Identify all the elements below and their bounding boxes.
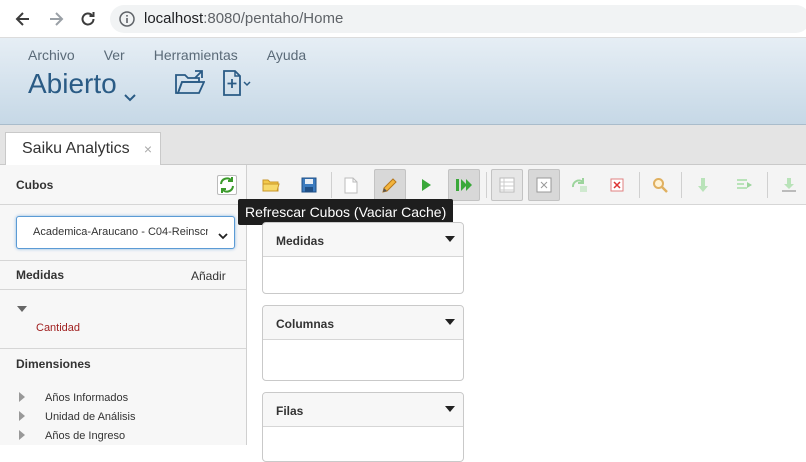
expand-triangle-icon[interactable] [19, 430, 25, 440]
tab-label: Saiku Analytics [22, 140, 130, 157]
zone-header: Medidas [263, 223, 463, 257]
perspective-switcher[interactable]: Abierto [28, 68, 137, 102]
toggle-sidebar-icon[interactable] [528, 169, 560, 201]
address-bar[interactable]: localhost:8080/pentaho/Home [110, 5, 806, 33]
new-query-icon[interactable] [335, 169, 367, 201]
drill-across-icon[interactable] [729, 169, 761, 201]
expand-triangle-icon[interactable] [19, 392, 25, 402]
new-document-icon[interactable] [222, 70, 252, 101]
cubes-title: Cubos [16, 178, 54, 192]
toolbar-separator [486, 172, 487, 198]
non-empty-icon[interactable] [601, 169, 633, 201]
site-info-icon[interactable] [119, 11, 135, 27]
collapse-triangle-icon[interactable] [17, 306, 27, 312]
caret-down-icon[interactable] [445, 236, 455, 242]
caret-down-icon[interactable] [445, 406, 455, 412]
rows-drop-zone[interactable]: Filas [262, 392, 464, 462]
expand-triangle-icon[interactable] [19, 411, 25, 421]
toolbar-separator [681, 172, 682, 198]
zone-header: Filas [263, 393, 463, 427]
perspective-label: Abierto [28, 68, 117, 99]
save-icon[interactable] [293, 169, 325, 201]
menu-ayuda[interactable]: Ayuda [267, 47, 306, 63]
cube-select-row: Academica-Araucano - C04-Reinscripción [0, 205, 246, 260]
left-panel: Cubos Academica-Araucano - C04-Reinscrip… [0, 165, 247, 445]
measures-header: Medidas Añadir [0, 260, 246, 290]
tab-saiku-analytics[interactable]: Saiku Analytics × [5, 132, 161, 166]
dimensions-header: Dimensiones [0, 349, 246, 377]
tab-strip: Saiku Analytics × [0, 125, 806, 166]
dimension-item[interactable]: Años Informados [45, 392, 128, 404]
add-measure-link[interactable]: Añadir [191, 269, 226, 283]
auto-execute-icon[interactable] [448, 169, 480, 201]
zone-title: Columnas [276, 317, 335, 331]
menu-ver[interactable]: Ver [104, 47, 125, 63]
reload-icon[interactable] [78, 9, 98, 29]
measures-list: Cantidad [0, 290, 246, 349]
toolbar-separator [767, 172, 768, 198]
zone-title: Filas [276, 404, 304, 418]
pentaho-header: Archivo Ver Herramientas Ayuda Abierto [0, 38, 806, 125]
drill-down-icon[interactable] [687, 169, 719, 201]
url-text: localhost:8080/pentaho/Home [144, 10, 343, 27]
menu-archivo[interactable]: Archivo [28, 47, 75, 63]
caret-down-icon[interactable] [445, 319, 455, 325]
refresh-cubes-icon[interactable] [217, 175, 237, 195]
measures-title: Medidas [16, 268, 65, 282]
dimension-item[interactable]: Unidad de Análisis [45, 411, 136, 423]
measures-drop-zone[interactable]: Medidas [262, 222, 464, 294]
toolbar-separator [331, 172, 332, 198]
swap-axis-icon[interactable] [564, 169, 596, 201]
zone-title: Medidas [276, 234, 325, 248]
cubes-header: Cubos [0, 165, 246, 205]
url-host: localhost [144, 10, 204, 27]
cube-select-value: Academica-Araucano - C04-Reinscripción [33, 226, 208, 238]
back-arrow-icon[interactable] [13, 9, 33, 29]
dimension-item[interactable]: Años de Ingreso [45, 430, 125, 442]
measure-item[interactable]: Cantidad [36, 322, 80, 334]
open-query-icon[interactable] [255, 169, 287, 201]
zone-header: Columnas [263, 306, 463, 340]
toggle-fields-icon[interactable] [491, 169, 523, 201]
cube-select[interactable]: Academica-Araucano - C04-Reinscripción [16, 216, 235, 249]
url-path: :8080/pentaho/Home [203, 10, 344, 27]
forward-arrow-icon[interactable] [46, 9, 66, 29]
open-folder-icon[interactable] [175, 70, 206, 101]
toolbar-separator [639, 172, 640, 198]
edit-query-icon[interactable] [374, 169, 406, 201]
columns-drop-zone[interactable]: Columnas [262, 305, 464, 381]
dimensions-title: Dimensiones [16, 357, 91, 371]
main-menu: Archivo Ver Herramientas Ayuda [28, 47, 335, 63]
run-query-icon[interactable] [410, 169, 442, 201]
menu-herramientas[interactable]: Herramientas [154, 47, 238, 63]
chevron-down-icon [218, 228, 228, 240]
chevron-down-icon [123, 79, 137, 102]
export-icon[interactable] [773, 169, 805, 201]
close-icon[interactable]: × [144, 141, 152, 157]
search-icon[interactable] [644, 169, 676, 201]
browser-toolbar: localhost:8080/pentaho/Home [0, 0, 806, 38]
